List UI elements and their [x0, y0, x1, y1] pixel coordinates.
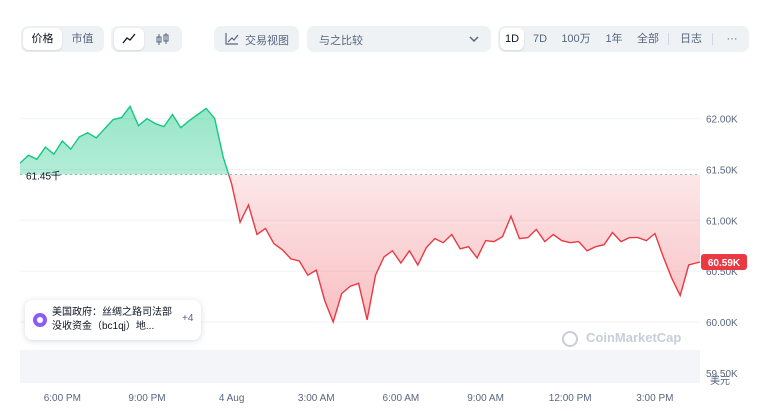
event-icon	[33, 313, 47, 327]
y-tick-label: 61.50K	[706, 165, 738, 176]
x-tick-label: 6:00 AM	[383, 393, 420, 404]
event-text: 美国政府：丝绸之路司法部没收资金（bc1qj）地...	[52, 307, 172, 332]
coinmarketcap-logo-icon	[562, 331, 578, 347]
x-tick-label: 4 Aug	[219, 393, 245, 404]
x-tick-label: 6:00 PM	[44, 393, 81, 404]
y-tick-label: 61.00K	[706, 216, 738, 227]
x-tick-label: 3:00 AM	[298, 393, 335, 404]
x-tick-label: 12:00 PM	[549, 393, 592, 404]
event-more-count[interactable]: +4	[182, 313, 193, 324]
baseline-label: 61.45千	[26, 171, 61, 183]
x-tick-label: 3:00 PM	[636, 393, 673, 404]
event-tooltip[interactable]: 美国政府：丝绸之路司法部没收资金（bc1qj）地... +4	[25, 300, 201, 340]
current-price-label: 60.59K	[708, 258, 741, 269]
x-tick-label: 9:00 PM	[128, 393, 165, 404]
volume-band	[20, 350, 700, 383]
x-tick-label: 9:00 AM	[467, 393, 504, 404]
price-chart: 62.00K61.50K61.00K60.50K60.00K59.50K6:00…	[19, 105, 747, 404]
y-tick-label: 62.00K	[706, 115, 738, 126]
y-tick-label: 60.00K	[706, 318, 738, 329]
watermark: CoinMarketCap	[586, 330, 682, 345]
currency-label: 美元	[710, 374, 730, 387]
